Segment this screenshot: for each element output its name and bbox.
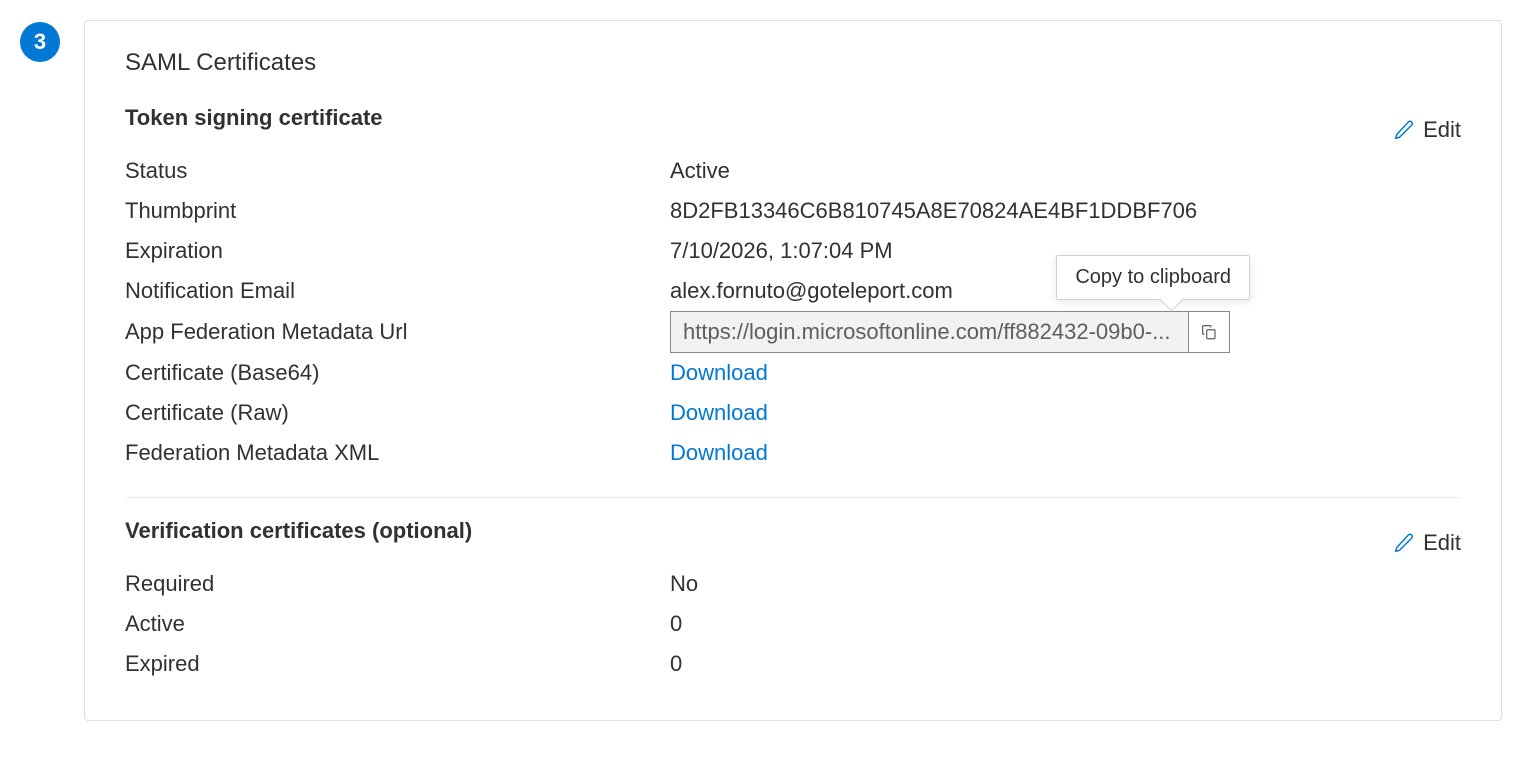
step-number: 3 <box>34 29 46 55</box>
active-label: Active <box>125 611 670 637</box>
thumbprint-value: 8D2FB13346C6B810745A8E70824AE4BF1DDBF706 <box>670 198 1461 224</box>
edit-label: Edit <box>1423 530 1461 556</box>
edit-token-signing-button[interactable]: Edit <box>1393 117 1461 143</box>
token-signing-title: Token signing certificate <box>125 105 383 131</box>
edit-label: Edit <box>1423 117 1461 143</box>
metadata-url-field-wrapper: https://login.microsoftonline.com/ff8824… <box>670 311 1230 353</box>
copy-tooltip: Copy to clipboard <box>1056 255 1250 300</box>
tooltip-text: Copy to clipboard <box>1075 266 1231 288</box>
expiration-label: Expiration <box>125 238 670 264</box>
metadata-url-label: App Federation Metadata Url <box>125 319 670 345</box>
copy-icon <box>1200 323 1218 341</box>
download-fed-metadata-xml-link[interactable]: Download <box>670 440 1461 466</box>
active-value: 0 <box>670 611 1461 637</box>
required-value: No <box>670 571 1461 597</box>
verification-title: Verification certificates (optional) <box>125 518 472 544</box>
section-divider <box>125 497 1461 498</box>
thumbprint-label: Thumbprint <box>125 198 670 224</box>
expired-value: 0 <box>670 651 1461 677</box>
pencil-icon <box>1393 119 1415 141</box>
required-label: Required <box>125 571 670 597</box>
download-cert-base64-link[interactable]: Download <box>670 360 1461 386</box>
saml-certificates-card: SAML Certificates Token signing certific… <box>84 20 1502 721</box>
verification-section: Verification certificates (optional) Edi… <box>125 518 1461 684</box>
notification-email-label: Notification Email <box>125 278 670 304</box>
fed-metadata-xml-label: Federation Metadata XML <box>125 440 670 466</box>
metadata-url-input[interactable]: https://login.microsoftonline.com/ff8824… <box>670 311 1188 353</box>
cert-base64-label: Certificate (Base64) <box>125 360 670 386</box>
status-value: Active <box>670 158 1461 184</box>
copy-metadata-url-button[interactable] <box>1188 311 1230 353</box>
token-signing-section: Token signing certificate Edit Status Ac… <box>125 105 1461 473</box>
expired-label: Expired <box>125 651 670 677</box>
cert-raw-label: Certificate (Raw) <box>125 400 670 426</box>
edit-verification-button[interactable]: Edit <box>1393 530 1461 556</box>
card-title: SAML Certificates <box>125 49 1461 77</box>
pencil-icon <box>1393 532 1415 554</box>
status-label: Status <box>125 158 670 184</box>
download-cert-raw-link[interactable]: Download <box>670 400 1461 426</box>
step-badge: 3 <box>20 22 60 62</box>
